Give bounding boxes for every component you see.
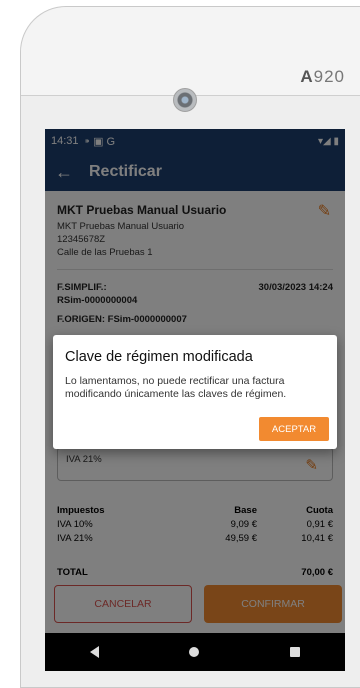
screen: 14:31 ⁍ ▣ G ▾◢ ▮ ← Rectificar ✎ MKT Prue…	[45, 129, 345, 671]
nav-back-icon[interactable]	[90, 646, 100, 658]
camera-icon	[173, 88, 197, 112]
accept-button[interactable]: ACEPTAR	[259, 417, 329, 441]
nav-home-icon[interactable]	[189, 647, 200, 657]
dialog-title: Clave de régimen modificada	[65, 349, 253, 365]
nav-recent-apps-icon[interactable]	[289, 647, 300, 657]
system-nav-bar	[45, 633, 345, 671]
dialog-message: Lo lamentamos, no puede rectificar una f…	[65, 375, 287, 400]
terminal-top: A920	[21, 7, 360, 96]
alert-dialog: Clave de régimen modificada Lo lamentamo…	[53, 335, 337, 449]
brand-label: A920	[300, 67, 345, 86]
